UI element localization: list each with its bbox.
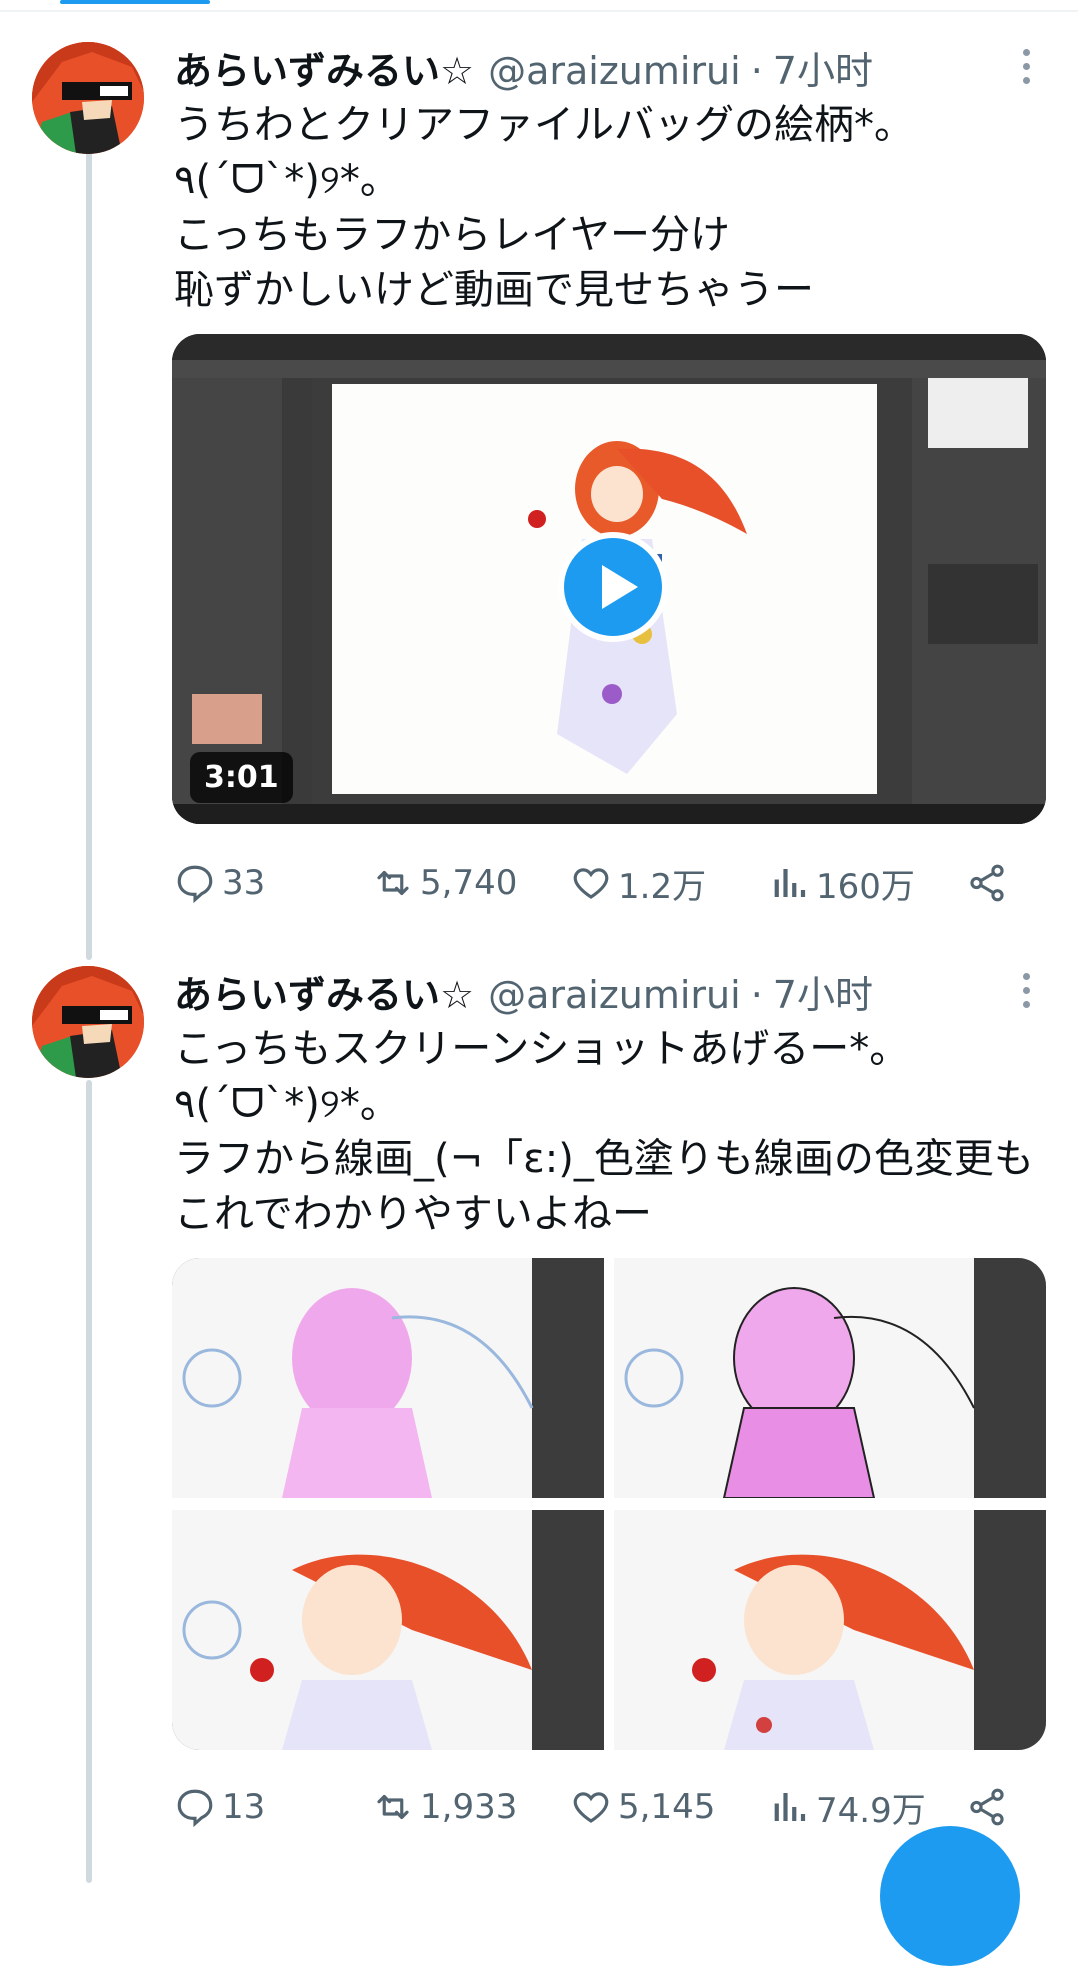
image-thumbnail[interactable]	[172, 1510, 604, 1750]
active-tab-indicator	[60, 0, 210, 4]
image-thumbnail[interactable]	[614, 1510, 1046, 1750]
reply-button[interactable]: 33	[174, 858, 265, 908]
display-name[interactable]: あらいずみるい☆	[174, 964, 474, 1019]
share-button[interactable]	[966, 858, 1014, 908]
like-button[interactable]: 1.2万	[570, 858, 706, 908]
retweet-button[interactable]: 1,933	[372, 1782, 517, 1832]
retweet-button[interactable]: 5,740	[372, 858, 517, 908]
display-name[interactable]: あらいずみるい☆	[174, 40, 474, 95]
thread-line	[86, 150, 92, 960]
views-icon	[774, 869, 806, 897]
video-duration: 3:01	[190, 752, 293, 803]
separator: ·	[750, 973, 763, 1017]
like-button[interactable]: 5,145	[570, 1782, 715, 1832]
share-button[interactable]	[966, 1782, 1014, 1832]
more-icon[interactable]	[1006, 960, 1046, 1020]
retweet-icon	[377, 1794, 409, 1820]
user-handle[interactable]: @araizumirui	[488, 49, 741, 93]
views-count: 74.9万	[816, 1790, 926, 1831]
reply-button[interactable]: 13	[174, 1782, 265, 1832]
tweet-text: うちわとクリアファイルバッグの絵柄*。 ٩(´ᗜ`*)୨*。 こっちもラフからレ…	[174, 98, 1054, 318]
views-icon	[774, 1793, 806, 1821]
top-divider	[0, 0, 1078, 12]
views-count: 160万	[816, 866, 915, 907]
views-button[interactable]: 160万	[768, 858, 915, 908]
play-icon[interactable]	[558, 532, 668, 642]
retweet-count: 5,740	[420, 863, 518, 903]
thread-line	[86, 1080, 92, 1883]
timestamp[interactable]: 7小时	[773, 40, 873, 95]
tweet-text: こっちもスクリーンショットあげるー*。 ٩(´ᗜ`*)୨*。 ラフから線画_(¬…	[174, 1022, 1054, 1242]
like-icon	[573, 1792, 609, 1823]
video-player[interactable]: 3:01	[172, 334, 1046, 824]
tweet-text-line: ラフから線画_(¬「ε:)_色塗りも線画の色変更も	[174, 1136, 1034, 1182]
tweet-text-line: こっちもスクリーンショットあげるー*。	[174, 1026, 910, 1072]
reply-icon	[177, 865, 213, 904]
tweet-text-line: ٩(´ᗜ`*)୨*。	[174, 157, 400, 203]
separator: ·	[750, 49, 763, 93]
image-thumbnail[interactable]	[172, 1258, 604, 1498]
like-icon	[573, 868, 609, 899]
timestamp[interactable]: 7小时	[773, 964, 873, 1019]
tweet-text-line: 恥ずかしいけど動画で見せちゃうー	[174, 267, 814, 313]
like-count: 5,145	[618, 1787, 716, 1827]
tweet-header: あらいずみるい☆ @araizumirui · 7小时	[174, 40, 873, 100]
reply-count: 33	[222, 863, 266, 903]
tweet-text-line: ٩(´ᗜ`*)୨*。	[174, 1081, 400, 1127]
tweet-text-line: こっちもラフからレイヤー分け	[174, 212, 730, 258]
retweet-count: 1,933	[420, 1787, 518, 1827]
more-icon[interactable]	[1006, 36, 1046, 96]
compose-button[interactable]	[880, 1826, 1020, 1966]
user-handle[interactable]: @araizumirui	[488, 973, 741, 1017]
tweet-text-line: これでわかりやすいよねー	[174, 1191, 652, 1237]
image-thumbnail[interactable]	[614, 1258, 1046, 1498]
image-grid	[172, 1258, 1046, 1750]
tweet-actions: 33 5,740 1.2万 160万	[174, 858, 1044, 908]
tweet-actions: 13 1,933 5,145 74.9万	[174, 1782, 1044, 1832]
share-icon	[970, 1788, 1004, 1826]
avatar[interactable]	[32, 42, 144, 154]
tweet-text-line: うちわとクリアファイルバッグの絵柄*。	[174, 102, 914, 148]
like-count: 1.2万	[618, 866, 707, 907]
share-icon	[970, 864, 1004, 902]
avatar[interactable]	[32, 966, 144, 1078]
tweet-header: あらいずみるい☆ @araizumirui · 7小时	[174, 964, 873, 1024]
reply-icon	[177, 1789, 213, 1828]
retweet-icon	[377, 870, 409, 896]
reply-count: 13	[222, 1787, 266, 1827]
views-button[interactable]: 74.9万	[768, 1782, 926, 1832]
